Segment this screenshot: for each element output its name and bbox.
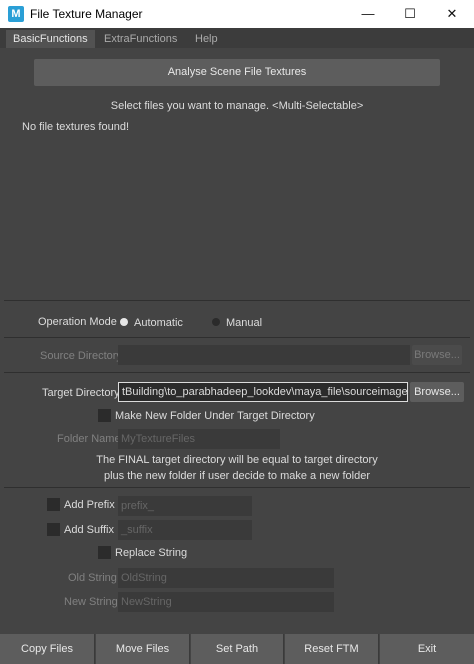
add-suffix-checkbox[interactable]: [47, 523, 60, 536]
old-string-label: Old String: [68, 572, 117, 584]
tab-help[interactable]: Help: [188, 30, 225, 48]
copy-files-button[interactable]: Copy Files: [0, 634, 95, 664]
target-directory-label: Target Directory: [42, 387, 120, 399]
target-note-line2: plus the new folder if user decide to ma…: [104, 470, 370, 482]
divider: [4, 487, 470, 488]
add-suffix-label[interactable]: Add Suffix: [64, 524, 114, 536]
radio-automatic[interactable]: [120, 318, 128, 326]
reset-ftm-button[interactable]: Reset FTM: [285, 634, 379, 664]
target-directory-field[interactable]: tBuilding\to_parabhadeep_lookdev\maya_fi…: [118, 382, 408, 402]
divider: [4, 300, 470, 301]
title-bar: M File Texture Manager — ☐ ✕: [0, 0, 474, 28]
close-icon[interactable]: ✕: [432, 0, 472, 28]
tab-extra-functions[interactable]: ExtraFunctions: [97, 30, 184, 48]
automatic-label[interactable]: Automatic: [134, 317, 183, 329]
texture-list-empty[interactable]: No file textures found!: [22, 121, 129, 133]
make-new-folder-label[interactable]: Make New Folder Under Target Directory: [115, 410, 315, 422]
minimize-icon[interactable]: —: [348, 0, 388, 28]
window-title: File Texture Manager: [30, 7, 143, 21]
divider: [4, 337, 470, 338]
action-bar: Copy Files Move Files Set Path Reset FTM…: [0, 634, 474, 664]
analyse-scene-button[interactable]: Analyse Scene File Textures: [34, 59, 440, 86]
selection-hint: Select files you want to manage. <Multi-…: [110, 100, 364, 112]
prefix-field[interactable]: prefix_: [118, 496, 252, 516]
set-path-button[interactable]: Set Path: [191, 634, 284, 664]
suffix-field[interactable]: _suffix: [118, 520, 252, 540]
tab-bar: BasicFunctions ExtraFunctions Help: [0, 28, 474, 48]
target-browse-button[interactable]: Browse...: [410, 382, 464, 402]
folder-name-field[interactable]: MyTextureFiles: [118, 429, 280, 449]
operation-mode-label: Operation Mode: [38, 316, 117, 328]
target-note-line1: The FINAL target directory will be equal…: [96, 454, 378, 466]
folder-name-label: Folder Name: [57, 433, 121, 445]
radio-manual[interactable]: [212, 318, 220, 326]
add-prefix-label[interactable]: Add Prefix: [64, 499, 115, 511]
replace-string-label[interactable]: Replace String: [115, 547, 187, 559]
new-string-field[interactable]: NewString: [118, 592, 334, 612]
exit-button[interactable]: Exit: [380, 634, 474, 664]
maya-logo-icon: M: [8, 6, 24, 22]
replace-string-checkbox[interactable]: [98, 546, 111, 559]
old-string-field[interactable]: OldString: [118, 568, 334, 588]
divider: [4, 372, 470, 373]
source-directory-field[interactable]: [118, 345, 410, 365]
move-files-button[interactable]: Move Files: [96, 634, 190, 664]
source-browse-button[interactable]: Browse...: [412, 345, 462, 365]
manual-label[interactable]: Manual: [226, 317, 262, 329]
maximize-icon[interactable]: ☐: [390, 0, 430, 28]
new-string-label: New String: [64, 596, 118, 608]
tab-basic-functions[interactable]: BasicFunctions: [6, 30, 95, 48]
basic-functions-panel: Analyse Scene File Textures Select files…: [4, 48, 470, 632]
source-directory-label: Source Directory: [40, 350, 122, 362]
make-new-folder-checkbox[interactable]: [98, 409, 111, 422]
add-prefix-checkbox[interactable]: [47, 498, 60, 511]
